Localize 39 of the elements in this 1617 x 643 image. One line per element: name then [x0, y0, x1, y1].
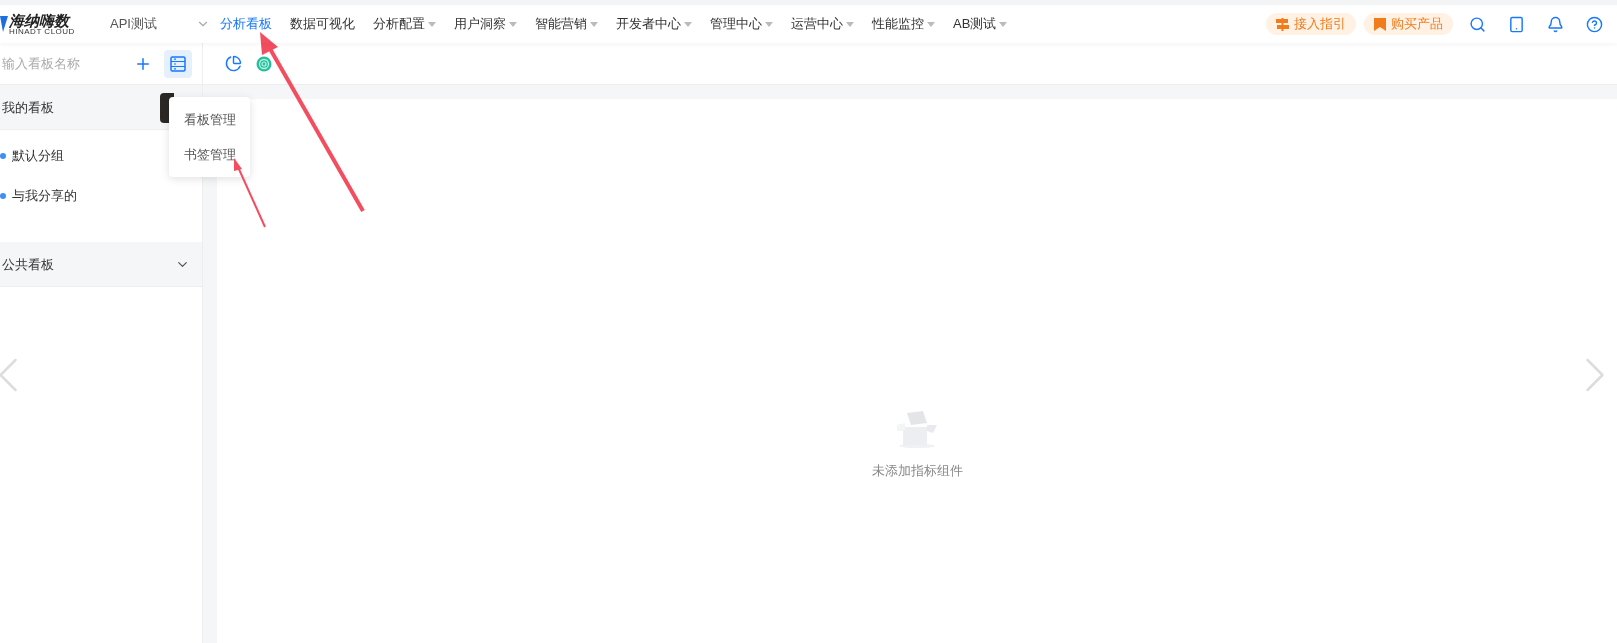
nav-tab[interactable]: 运营中心: [791, 14, 854, 34]
section-title[interactable]: 我的看板: [2, 98, 54, 118]
list-button[interactable]: [164, 49, 192, 78]
nav-tab[interactable]: 性能监控: [872, 14, 935, 34]
menu-item[interactable]: 书签管理: [169, 137, 250, 172]
nav-tab[interactable]: 数据可视化: [290, 14, 355, 34]
bookmark-icon: [1374, 17, 1386, 31]
caret-icon: [765, 21, 773, 27]
caret-icon: [846, 21, 854, 27]
logo-icon: [0, 16, 8, 32]
signpost-icon: [1276, 17, 1289, 31]
tablet-icon[interactable]: [1508, 15, 1525, 33]
list-icon: [170, 55, 186, 72]
nav-tab[interactable]: 用户洞察: [454, 14, 517, 34]
section-title[interactable]: 公共看板: [2, 255, 54, 275]
caret-icon: [590, 21, 598, 27]
caret-icon: [428, 21, 436, 27]
caret-icon: [684, 21, 692, 27]
dot-icon: [0, 193, 6, 199]
caret-icon: [509, 21, 517, 27]
nav-tab[interactable]: 智能营销: [535, 14, 598, 34]
menu-item[interactable]: 看板管理: [169, 102, 250, 137]
nav-tab[interactable]: 分析配置: [373, 14, 436, 34]
logo-text: 海纳嗨数: [9, 12, 72, 28]
caret-icon: [999, 21, 1008, 27]
pie-chart-icon[interactable]: [225, 55, 242, 72]
nav-tab[interactable]: 分析看板: [220, 14, 272, 34]
nav-tab[interactable]: 开发者中心: [616, 14, 692, 34]
search-field[interactable]: 输入看板名称: [2, 53, 122, 74]
project-selector[interactable]: API测试: [110, 14, 210, 34]
help-icon[interactable]: [1586, 15, 1603, 33]
dot-icon: [0, 153, 6, 159]
notification-icon[interactable]: [1547, 15, 1564, 33]
search-icon[interactable]: [1469, 15, 1486, 33]
nav-tab[interactable]: AB测试: [953, 14, 1008, 34]
empty-state-text: 未添加指标组件: [871, 462, 963, 480]
nav-tab[interactable]: 管理中心: [710, 14, 773, 34]
caret-icon: [927, 21, 935, 27]
sidebar-item[interactable]: 与我分享的: [0, 176, 202, 216]
